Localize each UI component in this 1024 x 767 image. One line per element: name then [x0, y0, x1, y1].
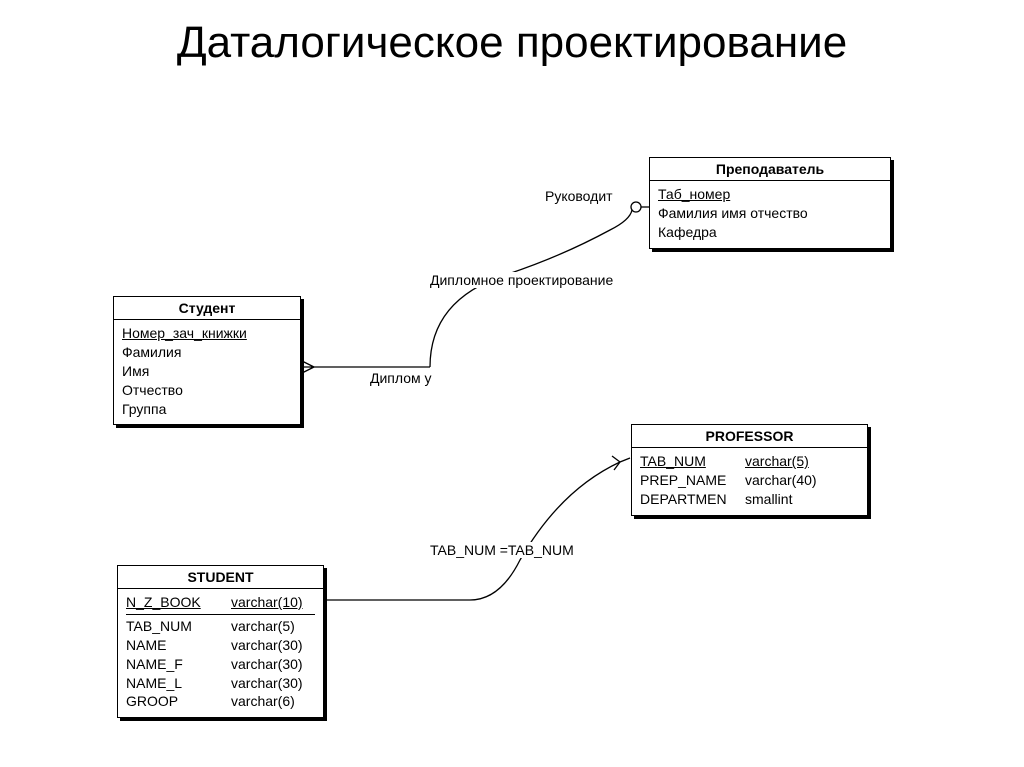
col-name: NAME_L	[126, 674, 231, 693]
table-student: STUDENT N_Z_BOOKvarchar(10) TAB_NUMvarch…	[117, 565, 324, 718]
entity-teacher-header: Преподаватель	[650, 158, 890, 181]
col-name: GROOP	[126, 692, 231, 711]
attr: Таб_номер	[658, 186, 730, 202]
attr: Группа	[122, 400, 292, 419]
label-join: TAB_NUM =TAB_NUM	[430, 542, 574, 558]
col-type: smallint	[745, 490, 792, 509]
attr: Имя	[122, 362, 292, 381]
table-student-body: N_Z_BOOKvarchar(10) TAB_NUMvarchar(5) NA…	[118, 589, 323, 717]
col-name: DEPARTMEN	[640, 490, 745, 509]
entity-student-body: Номер_зач_книжки Фамилия Имя Отчество Гр…	[114, 320, 300, 424]
table-student-header: STUDENT	[118, 566, 323, 589]
table-professor-header: PROFESSOR	[632, 425, 867, 448]
table-professor-body: TAB_NUMvarchar(5) PREP_NAMEvarchar(40) D…	[632, 448, 867, 515]
col-name: N_Z_BOOK	[126, 593, 231, 612]
col-name: NAME_F	[126, 655, 231, 674]
col-type: varchar(10)	[231, 593, 303, 612]
col-type: varchar(30)	[231, 655, 303, 674]
attr: Фамилия	[122, 343, 292, 362]
label-diploma-of: Диплом у	[370, 370, 432, 386]
col-name: TAB_NUM	[126, 617, 231, 636]
attr: Фамилия имя отчество	[658, 204, 882, 223]
col-type: varchar(5)	[231, 617, 295, 636]
col-type: varchar(40)	[745, 471, 817, 490]
label-diploma-design: Дипломное проектирование	[430, 272, 613, 288]
attr: Номер_зач_книжки	[122, 325, 247, 341]
col-type: varchar(6)	[231, 692, 295, 711]
table-professor: PROFESSOR TAB_NUMvarchar(5) PREP_NAMEvar…	[631, 424, 868, 516]
attr: Кафедра	[658, 223, 882, 242]
entity-student: Студент Номер_зач_книжки Фамилия Имя Отч…	[113, 296, 301, 425]
col-name: NAME	[126, 636, 231, 655]
col-name: TAB_NUM	[640, 452, 745, 471]
entity-teacher-body: Таб_номер Фамилия имя отчество Кафедра	[650, 181, 890, 248]
col-name: PREP_NAME	[640, 471, 745, 490]
entity-student-header: Студент	[114, 297, 300, 320]
col-type: varchar(5)	[745, 452, 809, 471]
label-leads: Руководит	[545, 188, 613, 204]
col-type: varchar(30)	[231, 636, 303, 655]
entity-teacher: Преподаватель Таб_номер Фамилия имя отче…	[649, 157, 891, 249]
attr: Отчество	[122, 381, 292, 400]
page-title: Даталогическое проектирование	[0, 18, 1024, 68]
col-type: varchar(30)	[231, 674, 303, 693]
